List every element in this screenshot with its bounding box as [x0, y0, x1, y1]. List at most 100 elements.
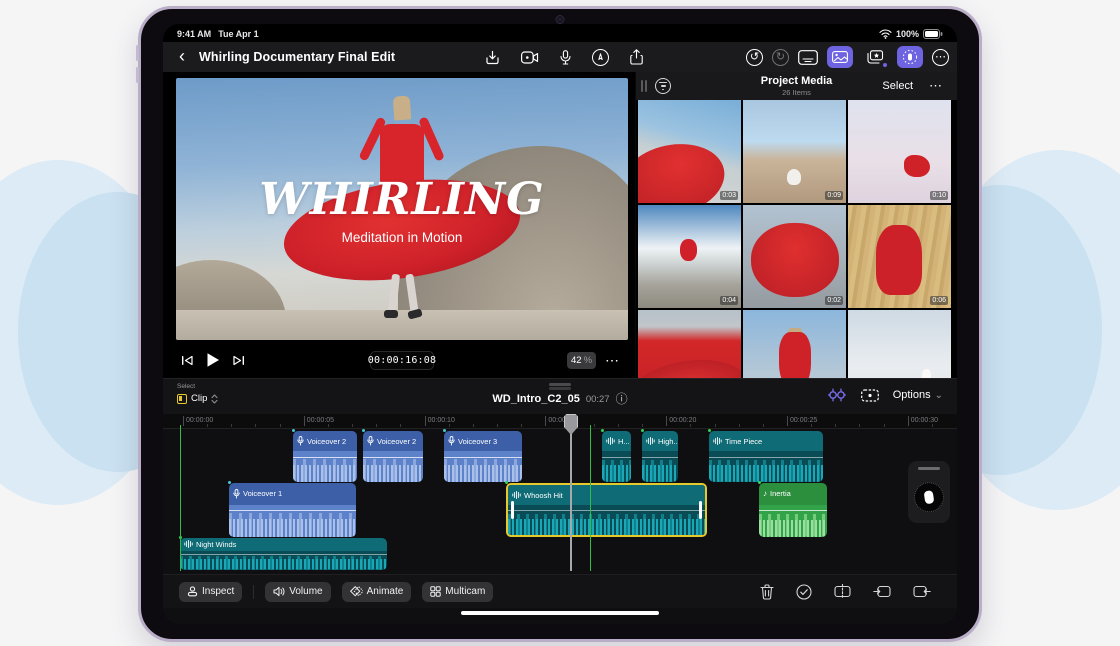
timeline-clip[interactable]: ♪Inertia	[759, 483, 827, 537]
timeline-ruler[interactable]: 00:00:0000:00:0500:00:1000:00:1500:00:20…	[163, 414, 957, 429]
clip-header: Night Winds	[180, 538, 387, 551]
undo-icon[interactable]: ↺	[746, 49, 763, 66]
status-date: Tue Apr 1	[218, 29, 259, 39]
clip-duration-badge: 0:09	[825, 191, 843, 200]
clip-header: High...	[642, 431, 678, 451]
inspect-button[interactable]: Inspect	[179, 582, 242, 602]
share-icon[interactable]	[630, 49, 643, 65]
clip-label: Inertia	[770, 489, 791, 498]
media-thumbnail[interactable]: 0:06	[848, 205, 951, 308]
media-thumbnail[interactable]: 0:10	[848, 100, 951, 203]
clips-star-button[interactable]	[862, 46, 888, 68]
clip-waveform	[180, 551, 387, 570]
clip-header: ♪Inertia	[759, 483, 827, 505]
jog-drag-bar[interactable]	[918, 467, 940, 470]
jog-thumb[interactable]	[924, 490, 935, 504]
import-icon[interactable]	[485, 50, 500, 65]
media-thumbnail[interactable]	[638, 310, 741, 378]
live-drawing-icon[interactable]	[592, 49, 609, 66]
waveform-icon	[512, 491, 521, 499]
wifi-icon	[879, 29, 892, 39]
timeline-clip[interactable]: High...	[642, 431, 678, 482]
panel-resize-handle[interactable]	[641, 80, 647, 92]
skip-to-start-icon[interactable]	[181, 355, 193, 366]
picker-arrows-icon	[211, 394, 218, 404]
jog-dial[interactable]	[914, 482, 944, 512]
overwrite-clip-icon[interactable]	[913, 584, 931, 599]
enable-check-icon[interactable]	[796, 584, 812, 600]
media-panel-title: Project Media	[761, 75, 833, 87]
waveform-icon	[713, 437, 722, 445]
select-mode-label: Select	[177, 383, 195, 390]
options-button[interactable]: Options ⌄	[893, 389, 943, 401]
titles-card-icon[interactable]	[798, 50, 818, 65]
selection-mode-picker[interactable]: Clip	[177, 393, 218, 404]
timeline-clip[interactable]: H...	[602, 431, 631, 482]
viewer-zoom-control[interactable]: 42 %	[567, 352, 596, 369]
timeline-clip[interactable]: Time Piece	[709, 431, 823, 482]
clip-label: Voiceover 2	[307, 437, 346, 446]
viewer-more-icon[interactable]: ⋯	[605, 352, 620, 369]
record-voiceover-mic-icon[interactable]	[560, 50, 571, 65]
clip-duration-badge: 0:04	[720, 296, 738, 305]
volume-label: Volume	[289, 586, 322, 597]
record-video-icon[interactable]	[521, 51, 539, 64]
media-browser-button[interactable]	[827, 46, 853, 68]
timeline-clip[interactable]: Voiceover 2	[363, 431, 423, 482]
zoom-value: 42	[571, 355, 582, 366]
media-more-icon[interactable]: ⋯	[929, 78, 943, 94]
animate-button[interactable]: Animate	[342, 582, 412, 602]
clip-label: Whoosh Hit	[524, 491, 563, 500]
mic-icon	[233, 489, 240, 499]
playhead[interactable]	[570, 415, 572, 571]
multicam-button[interactable]: Multicam	[422, 582, 493, 602]
media-thumbnail[interactable]: 0:02	[743, 205, 846, 308]
volume-button[interactable]: Volume	[265, 582, 330, 602]
transport-bar: 00:00:16:08 42 % ⋯	[163, 340, 635, 380]
skip-to-end-icon[interactable]	[233, 355, 245, 366]
timeline-clip[interactable]: Whoosh Hit	[506, 483, 707, 537]
volume-button-down	[136, 67, 139, 83]
insert-clip-icon[interactable]	[873, 584, 891, 599]
home-indicator[interactable]	[461, 611, 659, 615]
timecode-display[interactable]: 00:00:16:08	[370, 351, 434, 370]
current-clip-name: WD_Intro_C2_05	[492, 393, 579, 405]
media-thumbnail[interactable]: 0:04	[638, 205, 741, 308]
jog-wheel-panel[interactable]	[908, 461, 950, 523]
clip-waveform	[363, 451, 423, 482]
media-thumbnail[interactable]	[848, 310, 951, 378]
filter-icon[interactable]	[655, 78, 671, 94]
more-menu-icon[interactable]: ⋯	[932, 49, 949, 66]
multicam-monitor-icon[interactable]	[861, 388, 879, 402]
status-bar: 9:41 AMTue Apr 1 100%	[163, 26, 957, 42]
clip-header: Voiceover 2	[363, 431, 423, 451]
clip-info-icon[interactable]: ⓘ	[616, 393, 628, 405]
zoom-unit: %	[584, 355, 592, 366]
media-thumbnail[interactable]: 0:09	[743, 100, 846, 203]
speaker-icon	[273, 586, 285, 597]
page-background: 9:41 AMTue Apr 1 100% ‹ Whirling Documen…	[0, 0, 1120, 646]
skimmer-line	[590, 425, 591, 571]
play-button[interactable]	[206, 352, 220, 368]
timeline-clip[interactable]: Voiceover 3	[444, 431, 522, 482]
timeline-clip[interactable]: Voiceover 1	[229, 483, 356, 537]
select-button[interactable]: Select	[882, 80, 913, 92]
media-thumbnail[interactable]	[743, 310, 846, 378]
keyframe-dot	[505, 481, 508, 484]
multicam-label: Multicam	[445, 586, 485, 597]
timeline-clip[interactable]: Night Winds	[180, 538, 387, 570]
timeline-drag-handle[interactable]	[549, 383, 571, 386]
timeline-clip[interactable]: Voiceover 2	[293, 431, 357, 482]
video-viewer[interactable]: WHIRLING Meditation in Motion	[176, 78, 628, 340]
volume-button-up	[136, 45, 139, 61]
split-clip-icon[interactable]	[834, 584, 851, 599]
status-time-date: 9:41 AMTue Apr 1	[177, 29, 266, 39]
timeline-section: Select Clip WD_Intro_C2_05 00:27 ⓘ	[163, 378, 957, 624]
back-button[interactable]: ‹	[179, 47, 185, 65]
media-thumbnail[interactable]: 0:03	[638, 100, 741, 203]
animate-label: Animate	[367, 586, 404, 597]
redo-icon: ↻	[772, 49, 789, 66]
magnetic-timeline-icon[interactable]	[827, 387, 847, 403]
delete-icon[interactable]	[760, 584, 774, 600]
jog-wheel-toggle-button[interactable]	[897, 46, 923, 68]
